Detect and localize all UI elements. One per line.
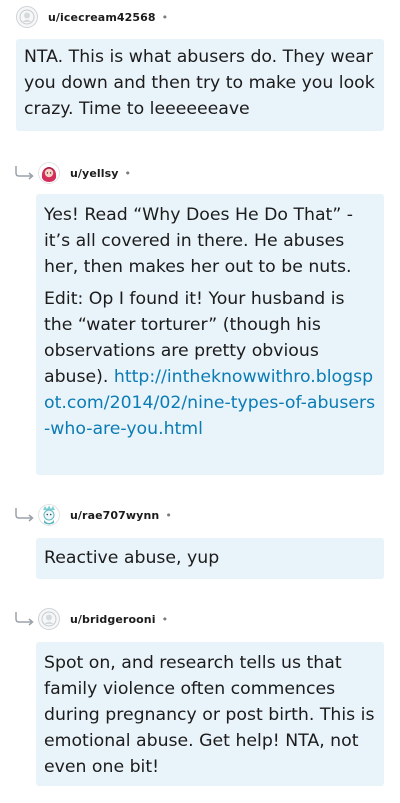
comment-header: u/bridgerooni • — [38, 607, 168, 631]
red-character-avatar-icon[interactable] — [38, 162, 60, 184]
comment-body: Reactive abuse, yup — [36, 538, 384, 579]
reply-thread-icon — [15, 612, 34, 626]
username[interactable]: u/icecream42568 — [48, 11, 156, 24]
reply-thread-icon — [15, 166, 34, 180]
separator-dot: • — [124, 166, 132, 180]
comment-text: Edit: Op I found it! Your husband is the… — [44, 286, 376, 442]
default-avatar-icon[interactable] — [16, 6, 38, 28]
default-avatar-icon[interactable] — [38, 608, 60, 630]
comment-text: Reactive abuse, yup — [44, 548, 220, 568]
username[interactable]: u/rae707wynn — [70, 509, 159, 522]
comment-header: u/yellsy • — [38, 161, 131, 185]
comment-header: u/icecream42568 • — [16, 5, 168, 29]
comment-body: NTA. This is what abusers do. They wear … — [16, 39, 384, 131]
comment-header: u/rae707wynn • — [38, 503, 172, 527]
separator-dot: • — [161, 612, 169, 626]
comment-text: Yes! Read “Why Does He Do That” - it’s a… — [44, 205, 354, 277]
comment-body: Yes! Read “Why Does He Do That” - it’s a… — [36, 194, 384, 475]
separator-dot: • — [161, 10, 169, 24]
comment-body: Spot on, and research tells us that fami… — [36, 642, 384, 786]
reply-thread-icon — [15, 508, 34, 522]
comment-text: Spot on, and research tells us that fami… — [44, 653, 375, 777]
teal-character-avatar-icon[interactable] — [38, 504, 60, 526]
username[interactable]: u/bridgerooni — [70, 613, 156, 626]
separator-dot: • — [165, 508, 172, 522]
comment-text: NTA. This is what abusers do. They wear … — [24, 47, 375, 119]
username[interactable]: u/yellsy — [70, 167, 119, 180]
